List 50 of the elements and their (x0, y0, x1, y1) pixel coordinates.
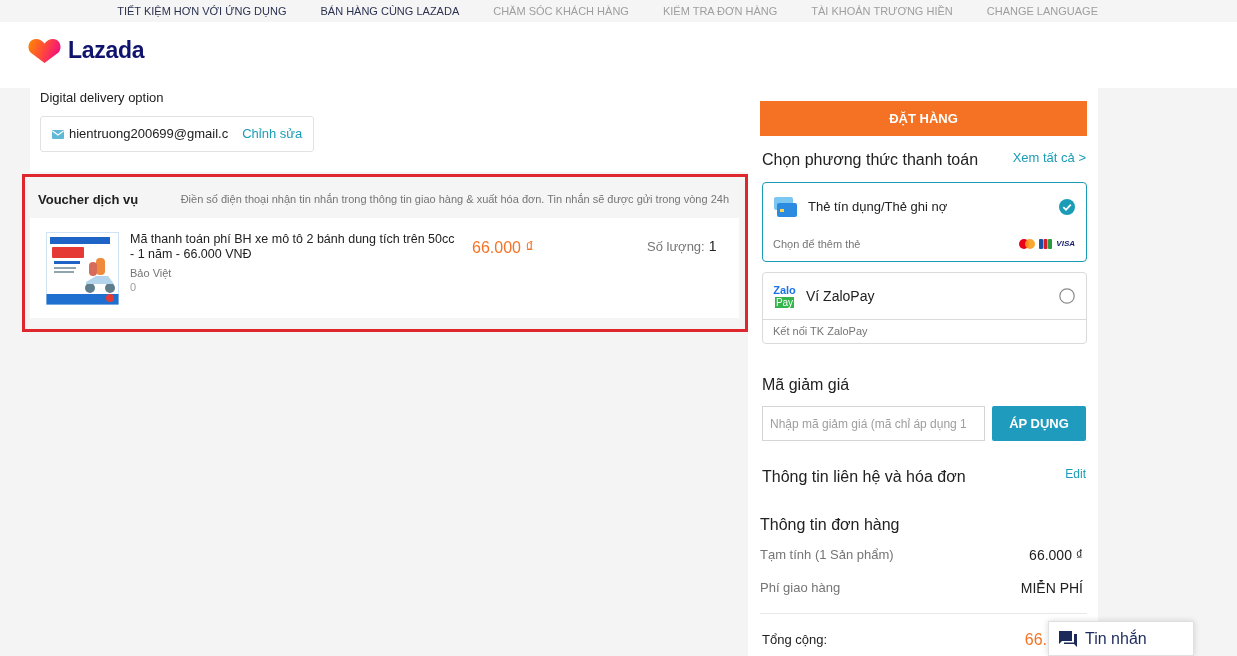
total-value: 66. (1024, 630, 1047, 650)
visa-logo: VISA (1056, 238, 1075, 249)
summary-value: 66.000 ₫ (1029, 545, 1083, 565)
wallet-logo-text: Zalo (773, 284, 796, 296)
payment-option-label: Thẻ tín dụng/Thẻ ghi nợ (808, 198, 948, 217)
nav-link[interactable]: CHANGE LANGUAGE (986, 2, 1098, 20)
section-title: Mã giảm giá (762, 375, 850, 394)
section-title: Thông tin liên hệ và hóa đơn (762, 467, 966, 486)
add-card-hint: Chọn để thêm thẻ (773, 236, 861, 252)
heart-logo-icon[interactable] (28, 37, 61, 63)
section-title: Thông tin đơn hàng (760, 515, 900, 534)
radio-circle-icon[interactable] (1059, 288, 1075, 304)
nav-link[interactable]: TÀI KHOẢN TRƯƠNG HIỀN (811, 2, 953, 20)
nav-link[interactable]: BÁN HÀNG CÙNG LAZADA (320, 2, 460, 20)
quantity-value: 1 (708, 237, 717, 256)
logo-wordmark[interactable]: Lazada (68, 37, 145, 63)
apply-button[interactable]: ÁP DỤNG (992, 406, 1086, 441)
check-circle-icon[interactable] (1059, 199, 1075, 215)
summary-value: MIỄN PHÍ (1020, 578, 1083, 598)
product-detail: 0 (130, 281, 137, 294)
section-title: Chọn phương thức thanh toán (762, 150, 979, 169)
place-order-button[interactable]: ĐẶT HÀNG (760, 101, 1087, 136)
tricolor-blocks-icon (1039, 238, 1053, 249)
wallet-logo-badge: Pay (774, 296, 795, 308)
summary-label: Phí giao hàng (760, 579, 841, 598)
voucher-note: Điền số điện thoại nhận tin nhắn trong thông tin giao hàng & xuất hóa đơn. Tin nhắn sẽ được gửi trong vòng 24h (180, 192, 729, 208)
mail-icon (52, 129, 64, 139)
nav-link[interactable]: TIẾT KIỆM HƠN VỚI ỨNG DỤNG (117, 2, 287, 20)
quantity-label: Số lượng: (647, 238, 705, 256)
connect-wallet-hint: Kết nối TK ZaloPay (773, 324, 868, 340)
nav-link[interactable]: KIỂM TRA ĐƠN HÀNG (662, 2, 778, 20)
seller-name: Bảo Việt (130, 267, 172, 280)
edit-link[interactable]: Chỉnh sửa (242, 124, 303, 144)
total-label: Tổng cộng: (762, 631, 828, 650)
see-all-link[interactable]: Xem tất cả > (1012, 150, 1086, 166)
chat-button[interactable]: Tin nhắn (1048, 621, 1194, 656)
price-text: 66.000 ₫ (472, 239, 534, 256)
summary-label: Tạm tính (1 Sản phẩm) (760, 546, 894, 565)
product-title: Mã thanh toán phí BH xe mô tô 2 bánh dung tích trên 50cc - 1 năm - 66.000 VNĐ (130, 232, 456, 262)
nav-link[interactable]: CHĂM SÓC KHÁCH HÀNG (493, 2, 629, 20)
credit-card-icon (774, 196, 797, 218)
section-title: Voucher dịch vụ (38, 190, 139, 209)
edit-link[interactable]: Edit (1065, 467, 1086, 481)
voucher-code-field[interactable]: Nhập mã giảm giá (mã chỉ áp dụng 1 (762, 406, 985, 441)
payment-option-label: Ví ZaloPay (806, 286, 875, 306)
two-circles-icon (1019, 238, 1036, 249)
payment-option[interactable]: Thẻ tín dụng/Thẻ ghi nợ Chọn để thêm thẻ VISA (762, 182, 1087, 262)
chat-icon (1059, 630, 1077, 647)
section-label: Digital delivery option (40, 90, 164, 106)
email-text: hientruong200699@gmail.c (69, 125, 229, 144)
